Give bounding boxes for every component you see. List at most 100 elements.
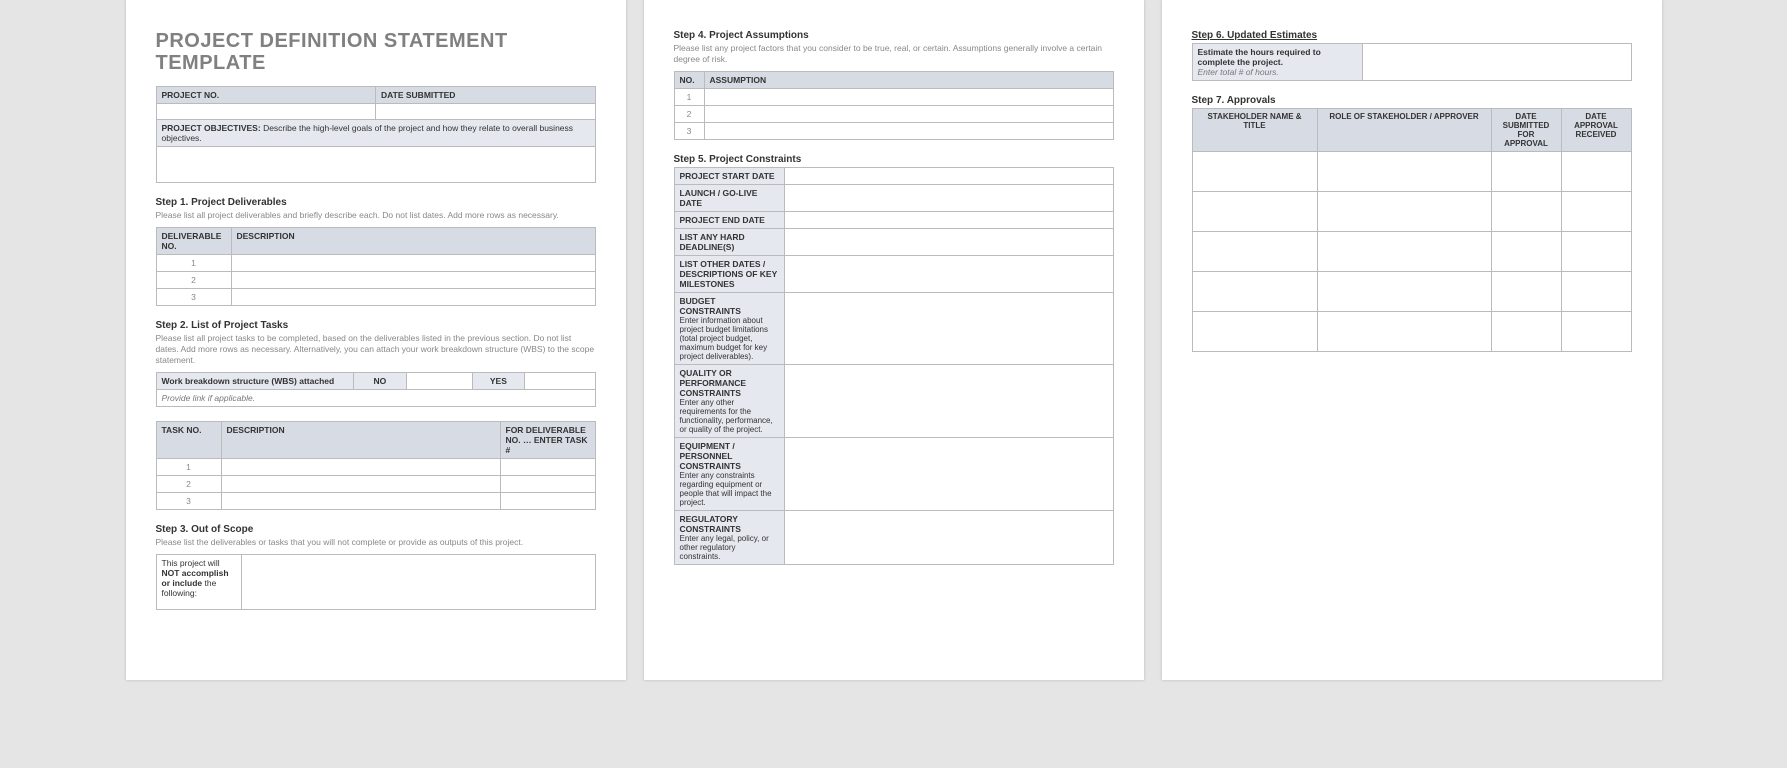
deliv-col1: DELIVERABLE NO. — [156, 228, 231, 255]
table-cell[interactable] — [1491, 152, 1561, 192]
constraint-label: QUALITY OR PERFORMANCE CONSTRAINTSEnter … — [674, 365, 784, 438]
tasks-table: TASK NO. DESCRIPTION FOR DELIVERABLE NO.… — [156, 421, 596, 510]
table-cell[interactable] — [784, 185, 1113, 212]
estimate-label: Estimate the hours required to complete … — [1192, 44, 1362, 81]
page-1: PROJECT DEFINITION STATEMENT TEMPLATE PR… — [126, 0, 626, 680]
constraint-label: REGULATORY CONSTRAINTSEnter any legal, p… — [674, 511, 784, 565]
table-cell[interactable] — [1317, 152, 1491, 192]
step3-title: Step 3. Out of Scope — [156, 524, 596, 535]
wbs-link[interactable]: Provide link if applicable. — [156, 390, 595, 407]
step3-desc: Please list the deliverables or tasks th… — [156, 537, 596, 548]
assum-col2: ASSUMPTION — [704, 72, 1113, 89]
table-cell[interactable] — [784, 212, 1113, 229]
table-cell[interactable] — [704, 89, 1113, 106]
step4-title: Step 4. Project Assumptions — [674, 30, 1114, 41]
estimate-cell[interactable] — [1362, 44, 1631, 81]
appr-col4: DATE APPROVAL RECEIVED — [1561, 109, 1631, 152]
step4-desc: Please list any project factors that you… — [674, 43, 1114, 65]
date-submitted-cell[interactable] — [376, 104, 596, 120]
table-cell[interactable] — [1561, 192, 1631, 232]
wbs-no-cell[interactable] — [406, 373, 472, 390]
scope-table: This project will NOT accomplish or incl… — [156, 554, 596, 610]
project-no-cell[interactable] — [156, 104, 376, 120]
objectives-header: PROJECT OBJECTIVES: Describe the high-le… — [156, 120, 595, 147]
table-cell[interactable] — [1317, 272, 1491, 312]
wbs-table: Work breakdown structure (WBS) attached … — [156, 372, 596, 407]
constraint-label: LAUNCH / GO-LIVE DATE — [680, 188, 758, 208]
table-cell[interactable] — [1192, 272, 1317, 312]
step6-title: Step 6. Updated Estimates — [1192, 30, 1632, 41]
constraint-label: PROJECT END DATE — [680, 215, 765, 225]
table-cell[interactable] — [784, 293, 1113, 365]
table-row: 1 — [674, 89, 704, 106]
table-row: 3 — [674, 123, 704, 140]
table-row: 2 — [674, 106, 704, 123]
table-row: 3 — [156, 493, 221, 510]
objectives-cell[interactable] — [156, 147, 595, 183]
table-row: 3 — [156, 289, 231, 306]
table-cell[interactable] — [231, 272, 595, 289]
appr-col1: STAKEHOLDER NAME & TITLE — [1192, 109, 1317, 152]
estimates-table: Estimate the hours required to complete … — [1192, 43, 1632, 81]
table-cell[interactable] — [1491, 232, 1561, 272]
table-cell[interactable] — [704, 106, 1113, 123]
appr-col3: DATE SUBMITTED FOR APPROVAL — [1491, 109, 1561, 152]
constraints-table: PROJECT START DATE LAUNCH / GO-LIVE DATE… — [674, 167, 1114, 565]
step1-title: Step 1. Project Deliverables — [156, 197, 596, 208]
table-cell[interactable] — [784, 168, 1113, 185]
table-cell[interactable] — [231, 289, 595, 306]
table-cell[interactable] — [784, 511, 1113, 565]
table-cell[interactable] — [1192, 152, 1317, 192]
doc-title: PROJECT DEFINITION STATEMENT TEMPLATE — [156, 30, 596, 74]
table-cell[interactable] — [1192, 192, 1317, 232]
table-cell[interactable] — [784, 438, 1113, 511]
table-cell[interactable] — [1491, 192, 1561, 232]
table-row: 1 — [156, 459, 221, 476]
page-2: Step 4. Project Assumptions Please list … — [644, 0, 1144, 680]
constraint-label: EQUIPMENT / PERSONNEL CONSTRAINTSEnter a… — [674, 438, 784, 511]
wbs-yes-cell[interactable] — [525, 373, 595, 390]
task-col3: FOR DELIVERABLE NO. … ENTER TASK # — [500, 422, 595, 459]
table-cell[interactable] — [784, 229, 1113, 256]
table-cell[interactable] — [784, 256, 1113, 293]
step5-title: Step 5. Project Constraints — [674, 154, 1114, 165]
header-table: PROJECT NO. DATE SUBMITTED PROJECT OBJEC… — [156, 86, 596, 183]
table-cell[interactable] — [784, 365, 1113, 438]
table-row: 2 — [156, 272, 231, 289]
table-cell[interactable] — [1491, 272, 1561, 312]
table-cell[interactable] — [1192, 312, 1317, 352]
constraint-label: BUDGET CONSTRAINTSEnter information abou… — [674, 293, 784, 365]
deliverables-table: DELIVERABLE NO. DESCRIPTION 1 2 3 — [156, 227, 596, 306]
scope-label: This project will NOT accomplish or incl… — [156, 555, 241, 610]
constraint-label: LIST OTHER DATES / DESCRIPTIONS OF KEY M… — [680, 259, 778, 289]
table-cell[interactable] — [1491, 312, 1561, 352]
table-cell[interactable] — [1561, 152, 1631, 192]
table-row: 2 — [156, 476, 221, 493]
wbs-no: NO — [374, 376, 387, 386]
scope-cell[interactable] — [241, 555, 595, 610]
task-col2: DESCRIPTION — [221, 422, 500, 459]
table-cell[interactable] — [1561, 312, 1631, 352]
table-cell[interactable] — [500, 493, 595, 510]
page-3: Step 6. Updated Estimates Estimate the h… — [1162, 0, 1662, 680]
table-cell[interactable] — [1317, 312, 1491, 352]
table-cell[interactable] — [500, 476, 595, 493]
table-cell[interactable] — [221, 493, 500, 510]
step1-desc: Please list all project deliverables and… — [156, 210, 596, 221]
objectives-label: PROJECT OBJECTIVES: — [162, 123, 261, 133]
wbs-label: Work breakdown structure (WBS) attached — [162, 376, 335, 386]
table-cell[interactable] — [1317, 232, 1491, 272]
table-cell[interactable] — [221, 459, 500, 476]
table-cell[interactable] — [221, 476, 500, 493]
date-submitted-header: DATE SUBMITTED — [376, 87, 596, 104]
table-cell[interactable] — [1561, 232, 1631, 272]
table-cell[interactable] — [1561, 272, 1631, 312]
step2-title: Step 2. List of Project Tasks — [156, 320, 596, 331]
constraint-label: PROJECT START DATE — [680, 171, 775, 181]
table-cell[interactable] — [704, 123, 1113, 140]
table-cell[interactable] — [231, 255, 595, 272]
table-cell[interactable] — [1192, 232, 1317, 272]
table-cell[interactable] — [1317, 192, 1491, 232]
approvals-table: STAKEHOLDER NAME & TITLE ROLE OF STAKEHO… — [1192, 108, 1632, 352]
table-cell[interactable] — [500, 459, 595, 476]
